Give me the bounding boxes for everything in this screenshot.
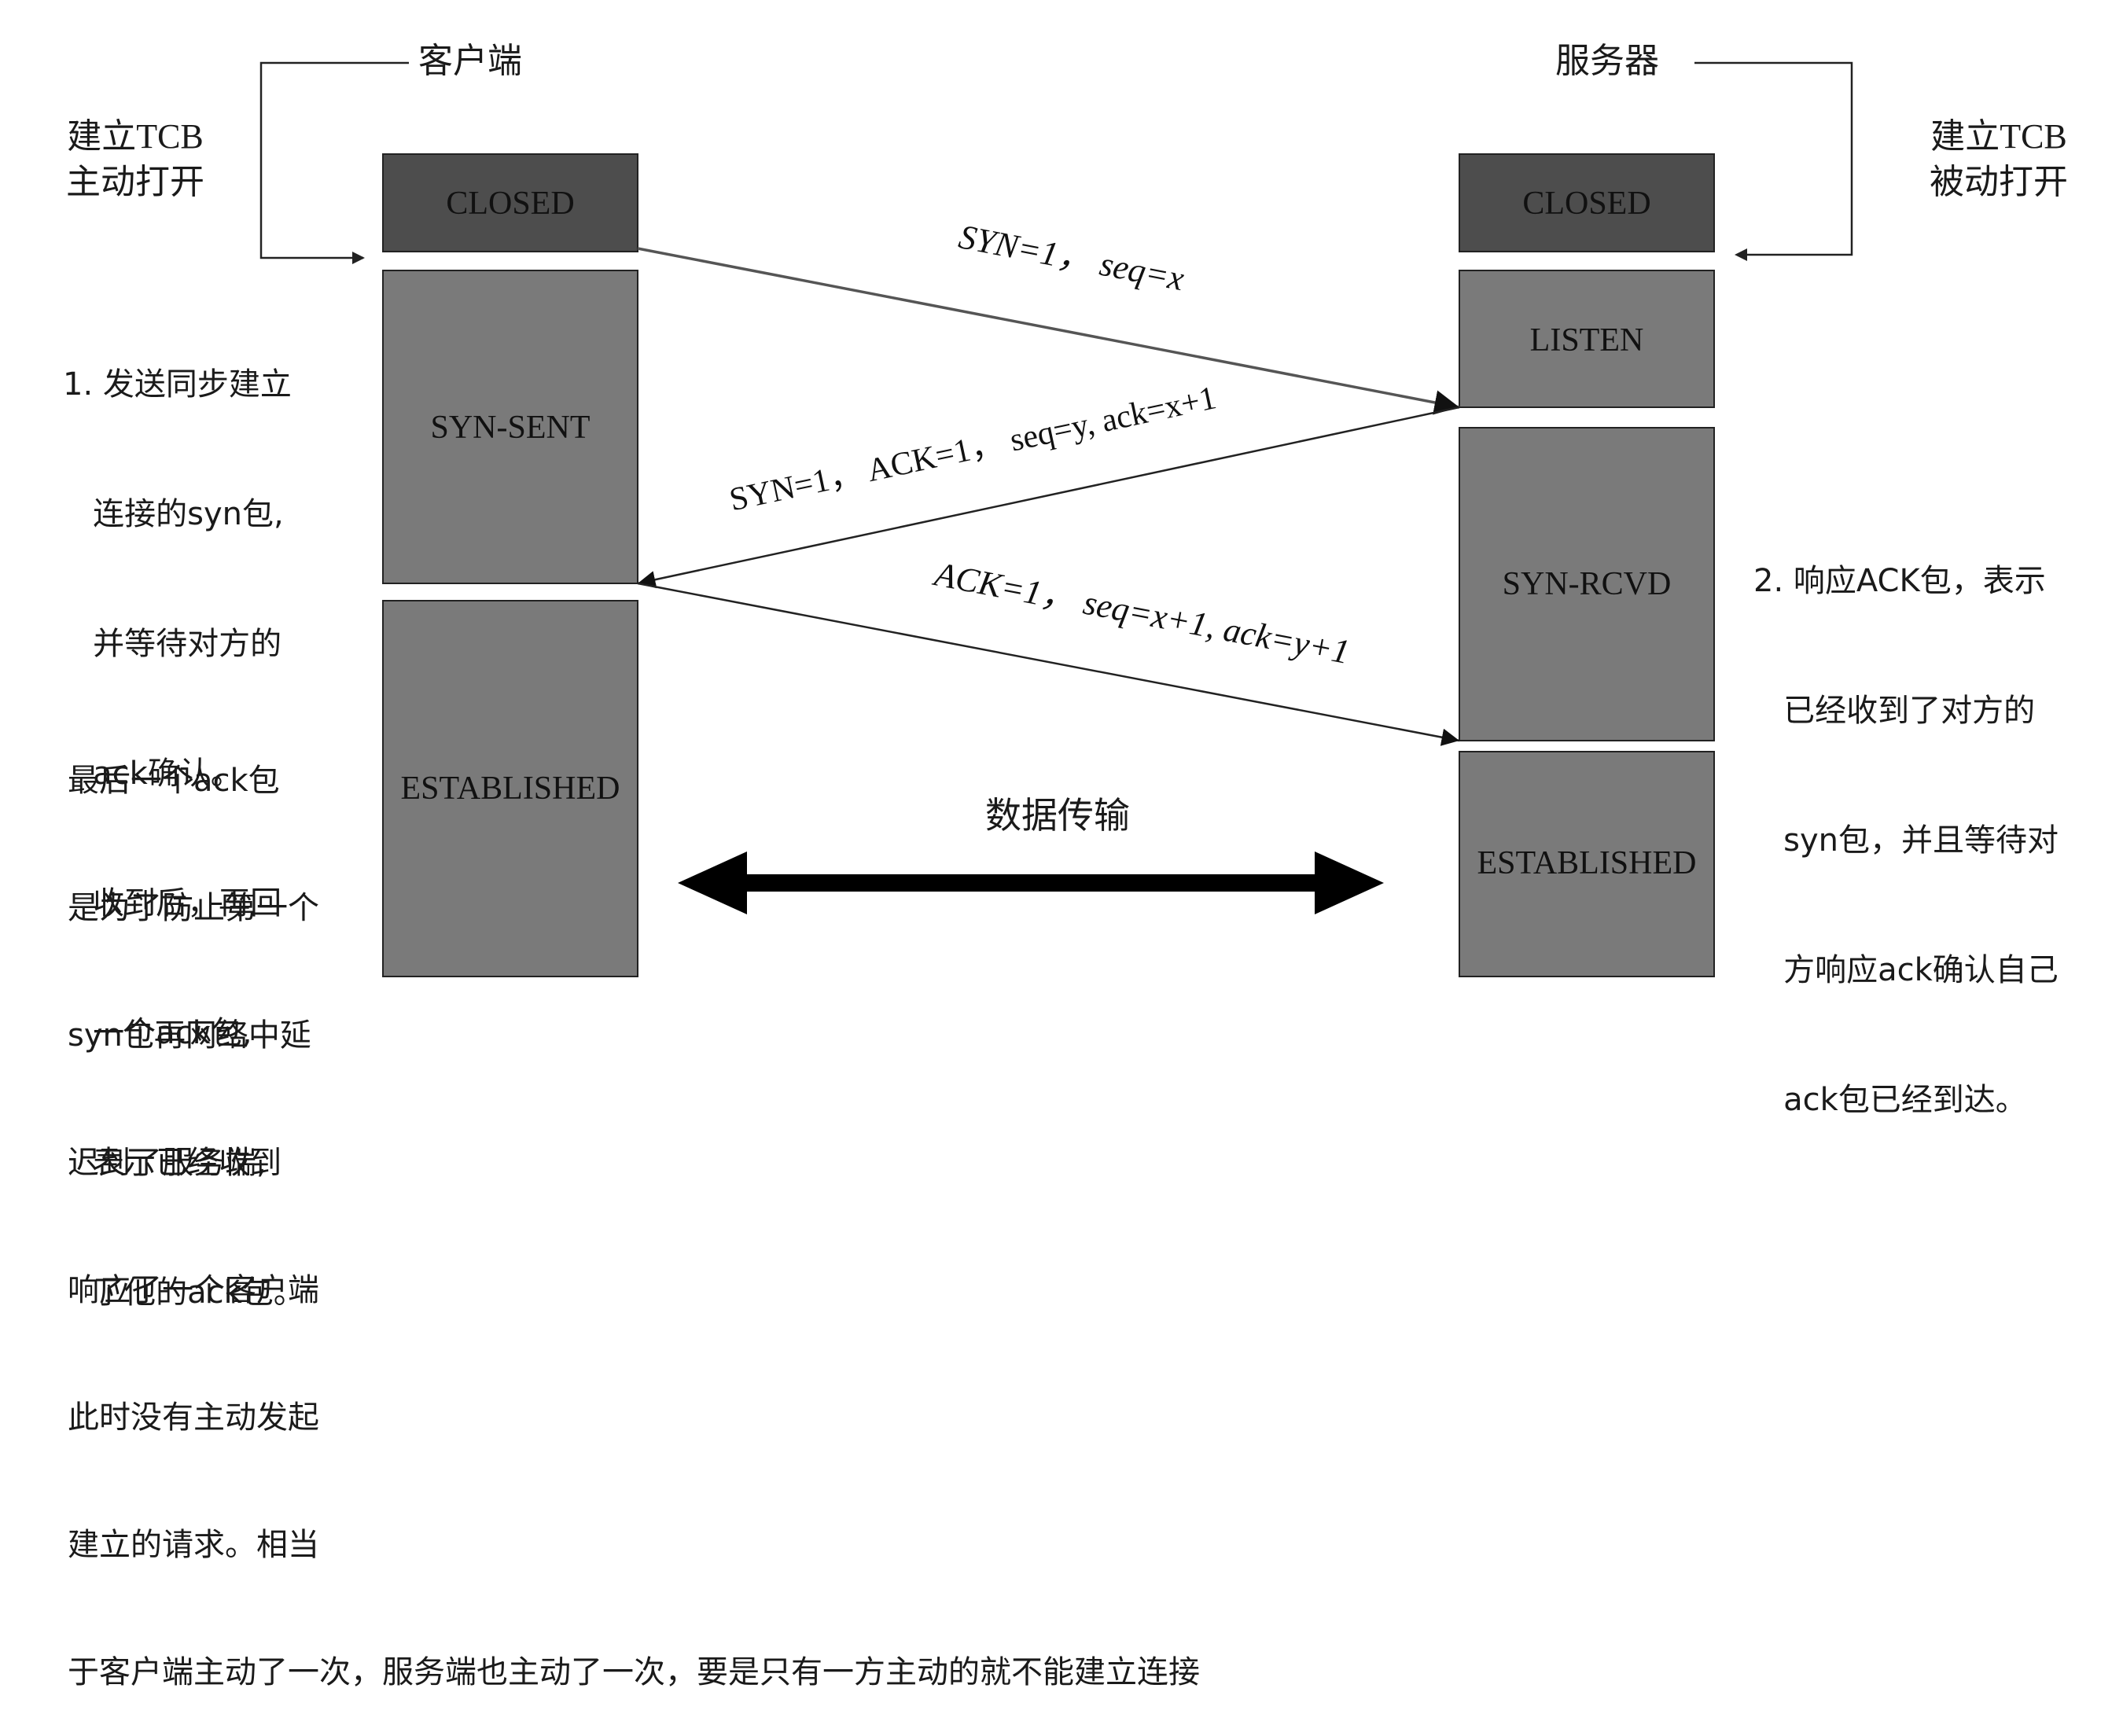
- server-action-line2: 被动打开: [1930, 162, 2068, 202]
- note-line: 响应了一个客户端: [68, 1272, 319, 1308]
- note-line: ack包已经到达。: [1753, 1082, 2027, 1118]
- server-title: 服务器: [1555, 41, 1659, 81]
- server-state-listen-label: LISTEN: [1530, 322, 1644, 359]
- note-line: 是为了防止第一个: [68, 890, 319, 926]
- note-line: 迟到了服务端,: [68, 1145, 267, 1181]
- server-note-ack: 2. 响应ACK包，表示 已经收到了对方的 syn包，并且等待对 方响应ack确…: [1753, 473, 2059, 1165]
- note-line: 建立的请求。相当: [68, 1527, 319, 1563]
- server-action-line1: 建立TCB: [1930, 117, 2067, 156]
- server-state-listen: LISTEN: [1459, 270, 1715, 408]
- server-state-syn-rcvd-label: SYN-RCVD: [1503, 566, 1672, 602]
- server-state-syn-rcvd: SYN-RCVD: [1459, 427, 1715, 741]
- server-state-closed-label: CLOSED: [1522, 186, 1650, 222]
- note-line: syn包，并且等待对: [1753, 822, 2059, 859]
- note-line: 1. 发送同步建立: [63, 366, 292, 403]
- note-line: 此时没有主动发起: [68, 1399, 319, 1436]
- client-state-syn-sent: SYN-SENT: [382, 270, 638, 584]
- server-state-established-label: ESTABLISHED: [1477, 845, 1697, 881]
- note-line: 2. 响应ACK包，表示: [1753, 563, 2046, 599]
- note-line: 方响应ack确认自己: [1753, 952, 2059, 988]
- server-state-closed: CLOSED: [1459, 153, 1715, 252]
- syn-message-label: SYN=1， seq=x: [956, 217, 1188, 298]
- server-state-established: ESTABLISHED: [1459, 751, 1715, 977]
- client-state-syn-sent-label: SYN-SENT: [430, 410, 590, 446]
- client-action-line1: 建立TCB: [67, 117, 204, 156]
- client-note-final-ack: 最后一个ack包 是为了防止第一个 syn包再网络中延 迟到了服务端, 响应了一…: [68, 675, 1200, 1736]
- client-state-closed: CLOSED: [382, 153, 638, 252]
- note-line: 最后一个ack包: [68, 763, 280, 799]
- client-title: 客户端: [418, 41, 522, 81]
- note-line: 并等待对方的: [63, 626, 282, 662]
- note-line: 于客户端主动了一次，服务端也主动了一次，要是只有一方主动的就不能建立连接: [68, 1654, 1200, 1690]
- note-line: 已经收到了对方的: [1753, 693, 2036, 729]
- note-line: 连接的syn包,: [63, 496, 284, 532]
- server-bracket: [1694, 61, 1853, 261]
- syn-ack-message-label: SYN=1， ACK=1， seq=y, ack=x+1: [727, 380, 1220, 518]
- client-state-closed-label: CLOSED: [446, 186, 574, 222]
- client-action-line2: 主动打开: [66, 162, 204, 202]
- ack-message-label: ACK=1， seq=x+1, ack=y+1: [929, 554, 1352, 671]
- note-line: syn包再网络中延: [68, 1017, 311, 1054]
